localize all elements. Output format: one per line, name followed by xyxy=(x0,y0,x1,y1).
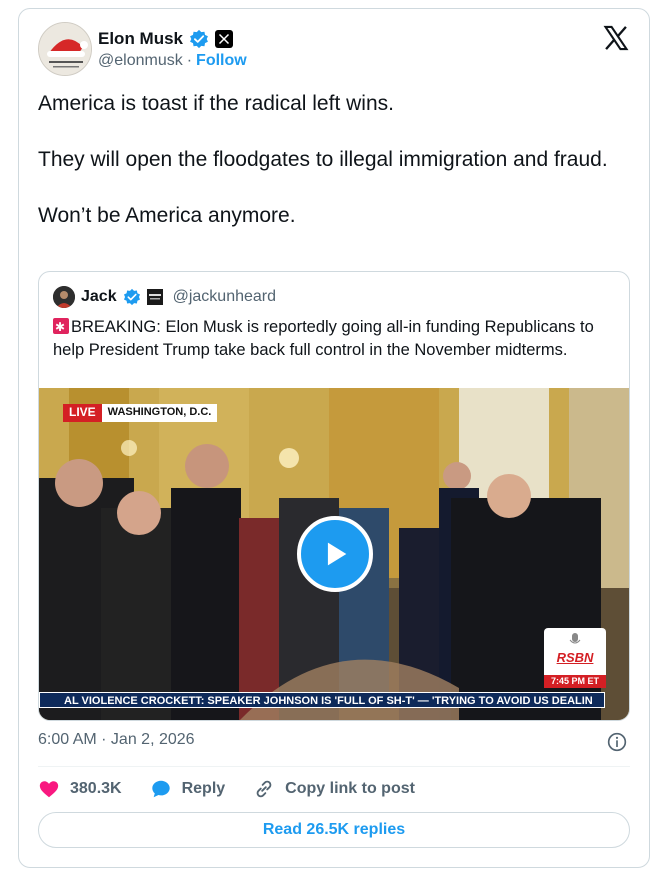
network-time: 7:45 PM ET xyxy=(544,675,606,688)
network-name: RSBN xyxy=(556,650,594,665)
network-logo: RSBN 7:45 PM ET xyxy=(544,628,606,688)
link-icon xyxy=(256,780,272,798)
reply-bubble-icon xyxy=(151,780,170,798)
author-avatar[interactable] xyxy=(38,22,92,76)
copy-link-label: Copy link to post xyxy=(285,780,415,797)
live-label: LIVE xyxy=(63,404,102,422)
post-timestamp[interactable]: 6:00 AM · Jan 2, 2026 xyxy=(38,731,195,749)
tweet-line: They will open the floodgates to illegal… xyxy=(38,148,608,171)
quoted-tweet[interactable]: Jack @jackunheard BREAKING: Elon Musk is… xyxy=(38,271,630,721)
divider xyxy=(38,766,630,767)
read-replies-button[interactable]: Read 26.5K replies xyxy=(38,812,630,848)
quote-author-handle[interactable]: @jackunheard xyxy=(173,288,276,306)
affiliate-icon xyxy=(146,289,163,305)
tweet-text: America is toast if the radical left win… xyxy=(38,90,628,230)
reply-label: Reply xyxy=(181,780,226,797)
reply-button[interactable]: Reply xyxy=(150,778,226,800)
info-icon[interactable] xyxy=(607,732,627,752)
play-button[interactable] xyxy=(297,516,373,592)
quote-text: BREAKING: Elon Musk is reportedly going … xyxy=(53,316,618,362)
quote-author-name[interactable]: Jack xyxy=(81,288,117,306)
verified-badge-icon xyxy=(190,29,208,49)
like-button[interactable]: 380.3K xyxy=(38,778,122,800)
news-ticker: AL VIOLENCE CROCKETT: SPEAKER JOHNSON IS… xyxy=(39,692,605,708)
quote-avatar[interactable] xyxy=(53,286,75,308)
video-thumbnail[interactable]: LIVE WASHINGTON, D.C. RSBN 7:45 PM ET AL… xyxy=(39,388,629,720)
siren-emoji-icon xyxy=(53,316,69,339)
play-icon xyxy=(327,542,347,566)
author-handle-row: @elonmusk · Follow xyxy=(98,52,247,70)
quote-text-body: BREAKING: Elon Musk is reportedly going … xyxy=(53,318,594,359)
author-name-row: Elon Musk xyxy=(98,26,234,52)
copy-link-button[interactable]: Copy link to post xyxy=(253,778,415,800)
tweet-line: Won’t be America anymore. xyxy=(38,204,296,227)
tweet-line: America is toast if the radical left win… xyxy=(38,92,394,115)
heart-icon xyxy=(39,781,59,798)
x-affiliate-icon xyxy=(215,30,234,48)
author-handle[interactable]: @elonmusk xyxy=(98,52,183,70)
action-bar: 380.3K Reply Copy link to post xyxy=(38,778,443,800)
x-logo-icon[interactable] xyxy=(602,24,630,52)
quote-header: Jack @jackunheard xyxy=(53,286,276,308)
handle-separator: · xyxy=(186,52,193,69)
follow-button[interactable]: Follow xyxy=(196,52,247,70)
like-count: 380.3K xyxy=(70,780,122,797)
location-label: WASHINGTON, D.C. xyxy=(101,404,218,422)
microphone-icon xyxy=(569,633,581,644)
live-badge: LIVE WASHINGTON, D.C. xyxy=(63,404,218,422)
verified-badge-icon xyxy=(123,288,140,306)
author-name[interactable]: Elon Musk xyxy=(98,29,183,49)
